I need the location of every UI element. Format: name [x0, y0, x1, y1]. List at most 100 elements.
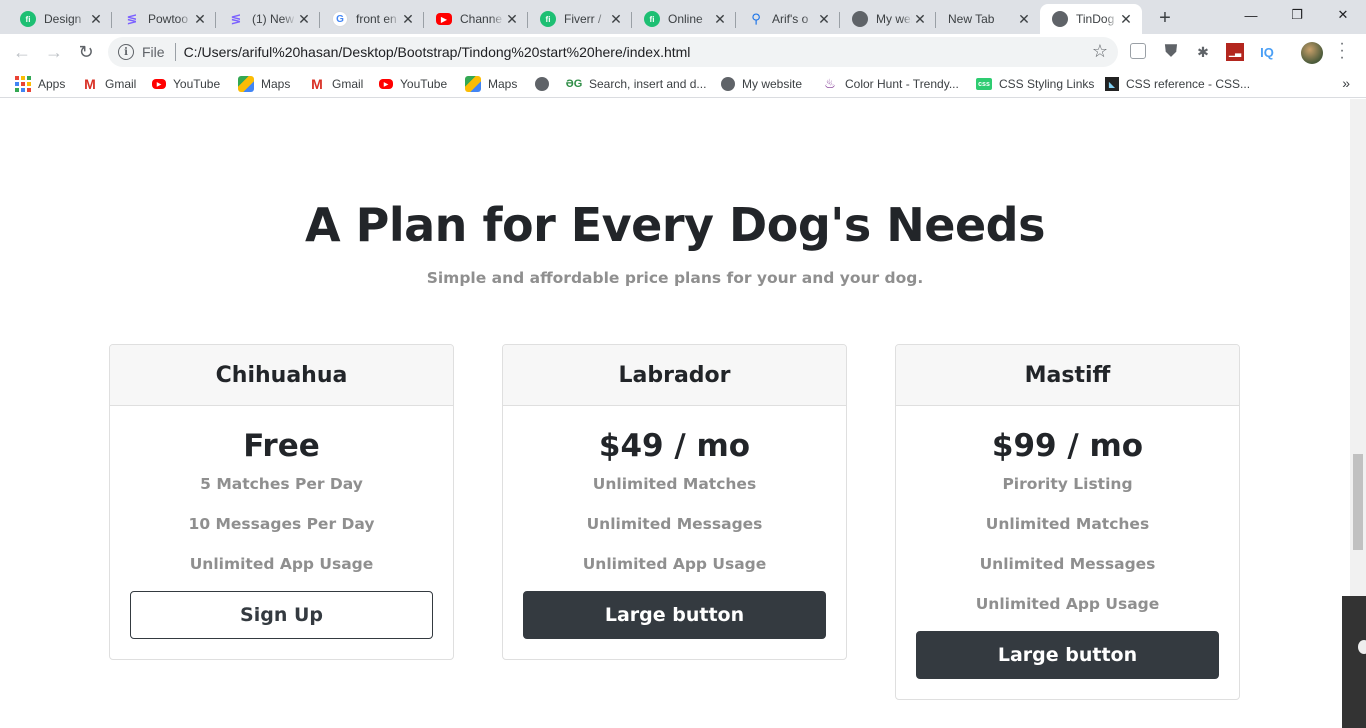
back-button[interactable]: ←	[8, 38, 36, 66]
chart-icon[interactable]: ▁▃	[1226, 43, 1244, 61]
close-icon[interactable]: ✕	[88, 11, 104, 27]
bookmark-apps[interactable]: Apps	[15, 75, 65, 93]
powtoon-icon: ≶	[126, 11, 138, 26]
tab-title: TinDog	[1076, 12, 1115, 26]
tab-arifs[interactable]: ⚲ Arif's o ✕	[736, 4, 840, 34]
url-text[interactable]: C:/Users/ariful%20hasan/Desktop/Bootstra…	[184, 44, 691, 60]
bookmark-label: Search, insert and d...	[589, 77, 707, 91]
tab-title: Channe	[460, 12, 503, 26]
plan-price: $49 / mo	[598, 428, 751, 464]
bookmark-geeksforgeeks[interactable]: ƏG Search, insert and d...	[566, 75, 707, 93]
tab-title: My web	[876, 12, 912, 26]
address-bar[interactable]: i File C:/Users/ariful%20hasan/Desktop/B…	[108, 37, 1118, 67]
close-icon[interactable]: ✕	[296, 11, 312, 27]
plan-feature: Pirority Listing	[1002, 475, 1133, 493]
card-body: $49 / mo Unlimited Matches Unlimited Mes…	[503, 406, 846, 659]
color-hunt-icon: ♨	[824, 76, 836, 91]
close-icon[interactable]: ✕	[912, 11, 928, 27]
restore-button[interactable]: ❐	[1274, 0, 1320, 30]
bookmarks-bar: Apps M Gmail ▶ YouTube Maps M Gmail ▶ Yo…	[0, 70, 1366, 98]
menu-icon[interactable]: · · ·	[1337, 36, 1347, 66]
scheme-label: File	[142, 44, 165, 60]
sign-up-button[interactable]: Sign Up	[130, 591, 433, 639]
page-title: A Plan for Every Dog's Needs	[305, 198, 1045, 252]
bookmark-gmail[interactable]: M Gmail	[309, 75, 363, 93]
bookmark-label: Gmail	[332, 77, 364, 91]
bookmark-css-styling[interactable]: css CSS Styling Links	[976, 75, 1094, 93]
scrollbar-thumb[interactable]	[1353, 454, 1363, 550]
close-icon[interactable]: ✕	[400, 11, 416, 27]
bookmark-label: YouTube	[400, 77, 448, 91]
plan-feature: Unlimited App Usage	[582, 555, 767, 573]
tab-google-search[interactable]: G front en ✕	[320, 4, 424, 34]
side-widget-handle[interactable]	[1358, 640, 1366, 654]
bookmark-label: Apps	[38, 77, 66, 91]
close-icon[interactable]: ✕	[816, 11, 832, 27]
globe-icon	[721, 77, 735, 91]
tab-title: front en	[356, 12, 397, 26]
bookmark-globe[interactable]	[535, 75, 556, 93]
info-icon[interactable]: i	[118, 44, 134, 60]
plan-name: Labrador	[503, 345, 846, 406]
maps-icon	[465, 76, 481, 92]
tab-fiverr[interactable]: fi Fiverr / ✕	[528, 4, 632, 34]
forward-button[interactable]: →	[40, 38, 68, 66]
globe-icon	[852, 11, 868, 27]
plan-feature: 5 Matches Per Day	[200, 475, 363, 493]
close-icon[interactable]: ✕	[504, 11, 520, 27]
bookmark-color-hunt[interactable]: ♨ Color Hunt - Trendy...	[822, 75, 959, 93]
bug-icon[interactable]: ✱	[1194, 43, 1212, 61]
window-close-button[interactable]: ✕	[1320, 0, 1366, 30]
close-icon[interactable]: ✕	[1118, 11, 1134, 27]
tab-powtoon[interactable]: ≶ Powtoo ✕	[112, 4, 216, 34]
tab-design[interactable]: fi Design ✕	[8, 4, 112, 34]
close-icon[interactable]: ✕	[712, 11, 728, 27]
fiverr-icon: fi	[644, 11, 660, 27]
bookmark-gmail[interactable]: M Gmail	[82, 75, 136, 93]
tab-tindog[interactable]: TinDog ✕	[1040, 4, 1142, 34]
new-tab-button[interactable]: +	[1152, 6, 1178, 30]
tab-new-tab[interactable]: New Tab ✕	[936, 4, 1040, 34]
close-icon[interactable]: ✕	[1016, 11, 1032, 27]
browser-toolbar: ← → ↻ i File C:/Users/ariful%20hasan/Des…	[0, 34, 1366, 70]
page-viewport: A Plan for Every Dog's Needs Simple and …	[0, 99, 1350, 728]
bookmark-star-icon[interactable]: ☆	[1092, 41, 1108, 62]
bookmark-my-website[interactable]: My website	[721, 75, 802, 93]
close-icon[interactable]: ✕	[608, 11, 624, 27]
iq-icon[interactable]: IQ	[1258, 43, 1276, 61]
bookmark-maps[interactable]: Maps	[238, 75, 290, 93]
tab-powtoon-new[interactable]: ≶ (1) New ✕	[216, 4, 320, 34]
bookmark-youtube[interactable]: ▶ YouTube	[379, 75, 447, 93]
more-bookmarks-icon[interactable]: »	[1342, 75, 1350, 91]
gmail-icon: M	[84, 76, 96, 92]
bookmark-label: Maps	[488, 77, 518, 91]
tab-my-website[interactable]: My web ✕	[840, 4, 936, 34]
shield-icon[interactable]: ⛊	[1162, 43, 1180, 61]
bookmark-label: My website	[742, 77, 803, 91]
powtoon-icon: ≶	[230, 11, 242, 26]
minimize-button[interactable]: —	[1228, 0, 1274, 30]
plan-price: $99 / mo	[991, 428, 1144, 464]
mastiff-plan-button[interactable]: Large button	[916, 631, 1219, 679]
bookmark-youtube[interactable]: ▶ YouTube	[152, 75, 220, 93]
plan-feature: Unlimited App Usage	[975, 595, 1160, 613]
reload-button[interactable]: ↻	[72, 38, 100, 66]
bookmark-maps[interactable]: Maps	[465, 75, 517, 93]
globe-icon	[1052, 11, 1068, 27]
pocket-icon[interactable]	[1130, 43, 1146, 59]
pricing-card-chihuahua: Chihuahua Free 5 Matches Per Day 10 Mess…	[109, 344, 454, 660]
close-icon[interactable]: ✕	[192, 11, 208, 27]
tab-title: Powtoo	[148, 12, 189, 26]
youtube-icon: ▶	[436, 13, 452, 25]
card-body: Free 5 Matches Per Day 10 Messages Per D…	[110, 406, 453, 659]
tab-title: Design	[44, 12, 82, 26]
plan-name: Mastiff	[896, 345, 1239, 406]
tab-strip: fi Design ✕ ≶ Powtoo ✕ ≶ (1) New ✕ G fro…	[0, 0, 1366, 34]
bookmark-label: Gmail	[105, 77, 137, 91]
tab-online[interactable]: fi Online ✕	[632, 4, 736, 34]
side-widget[interactable]	[1342, 596, 1366, 728]
labrador-plan-button[interactable]: Large button	[523, 591, 826, 639]
bookmark-css-reference[interactable]: ◣ CSS reference - CSS...	[1105, 75, 1250, 93]
profile-avatar[interactable]	[1301, 42, 1323, 64]
tab-youtube-channel[interactable]: ▶ Channe ✕	[424, 4, 528, 34]
